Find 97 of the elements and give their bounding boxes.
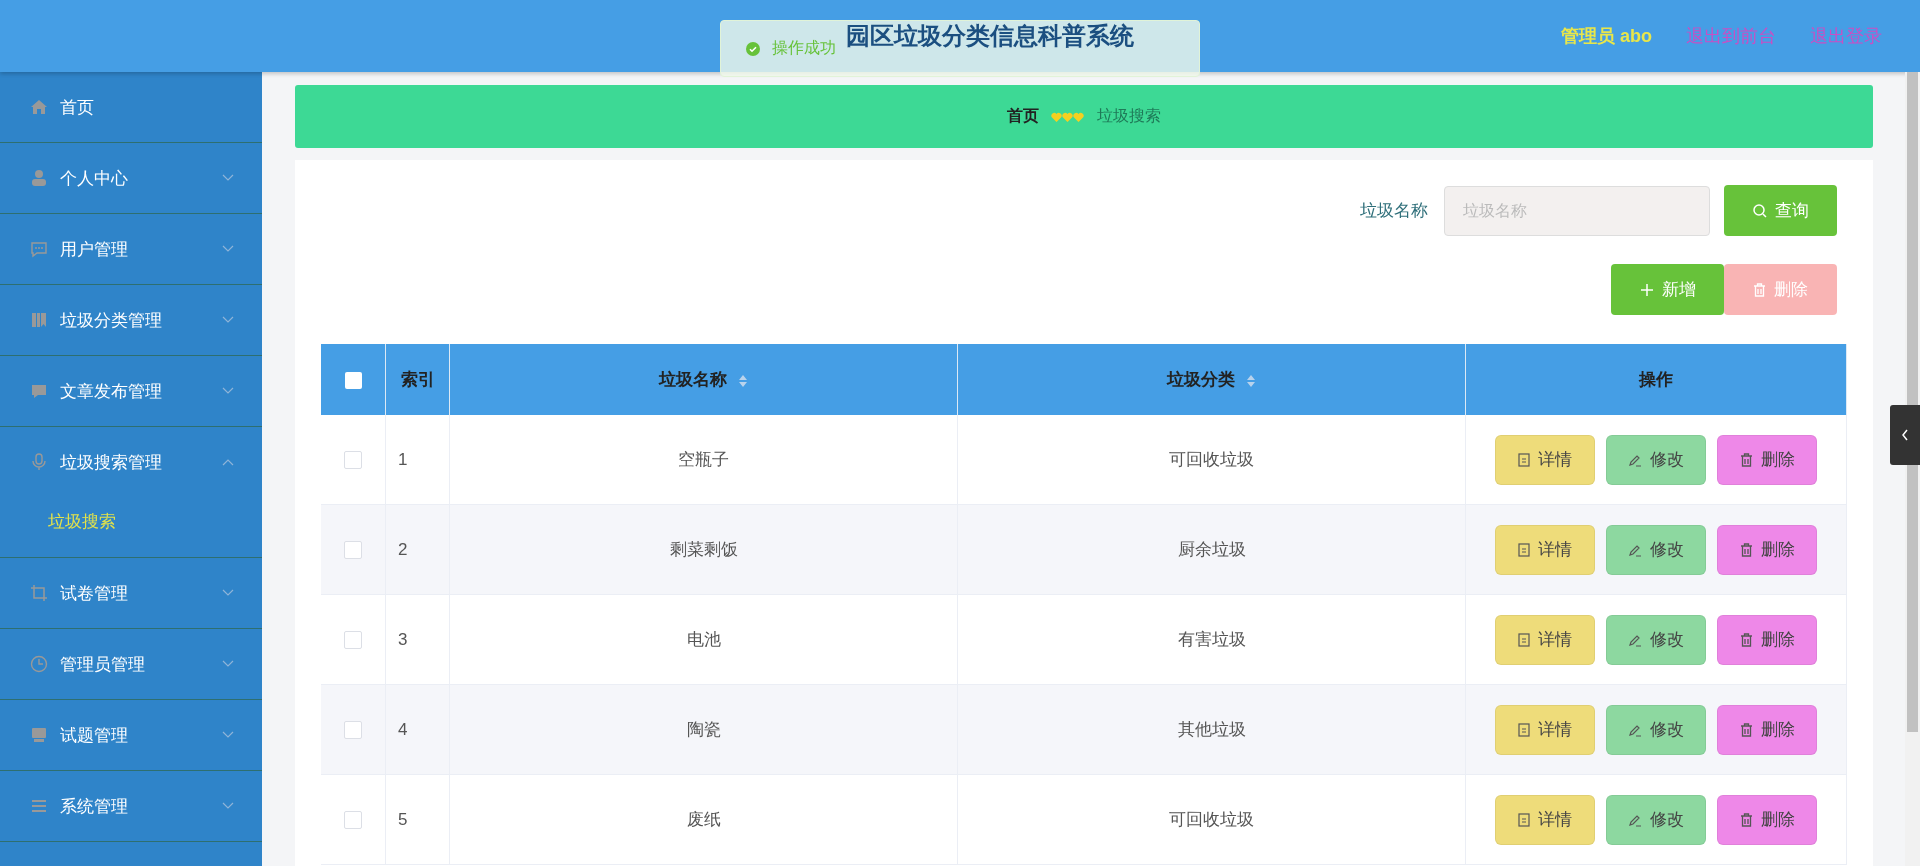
chevron-icon — [222, 589, 234, 597]
chevron-icon — [222, 387, 234, 395]
sidebar-item[interactable]: 个人中心 — [0, 143, 262, 213]
admin-name: 管理员 abo — [1561, 25, 1652, 48]
detail-button[interactable]: 详情 — [1495, 614, 1595, 665]
chevron-icon — [222, 316, 234, 324]
column-header[interactable]: 垃圾名称 — [449, 344, 958, 415]
chevron-icon — [222, 802, 234, 810]
hearts-icon — [1051, 111, 1085, 122]
delete-button[interactable]: 删除 — [1717, 614, 1817, 665]
document-icon — [1518, 722, 1530, 737]
sort-icon — [1245, 373, 1256, 388]
sidebar-item[interactable]: 文章发布管理 — [0, 356, 262, 426]
sidebar-item[interactable]: 首页 — [0, 72, 262, 142]
delete-button[interactable]: 删除 — [1717, 524, 1817, 575]
table-cell: 陶瓷 — [449, 684, 958, 775]
sidebar-item[interactable]: 试题管理 — [0, 700, 262, 770]
row-checkbox[interactable] — [344, 451, 362, 469]
sidebar-item[interactable]: 系统管理 — [0, 771, 262, 841]
chevron-icon — [222, 660, 234, 668]
trash-icon — [1753, 282, 1766, 297]
document-icon — [1518, 632, 1530, 647]
table-cell: 可回收垃圾 — [957, 415, 1466, 505]
table-cell: 其他垃圾 — [957, 684, 1466, 775]
document-icon — [1518, 812, 1530, 827]
table-cell: 剩菜剩饭 — [449, 504, 958, 595]
chevron-icon — [222, 174, 234, 182]
home-icon — [30, 98, 48, 116]
sidebar-item[interactable]: 垃圾分类管理 — [0, 285, 262, 355]
select-all-checkbox[interactable] — [344, 371, 362, 389]
row-checkbox[interactable] — [344, 811, 362, 829]
document-icon — [1518, 452, 1530, 467]
sidebar-item[interactable]: 管理员管理 — [0, 629, 262, 699]
sidebar-item[interactable]: 用户管理 — [0, 214, 262, 284]
comment-icon — [30, 382, 48, 400]
sidebar-item[interactable]: 试卷管理 — [0, 558, 262, 628]
search-label: 垃圾名称 — [1360, 200, 1428, 222]
table-cell: 电池 — [449, 594, 958, 685]
delete-button[interactable]: 删除 — [1717, 704, 1817, 755]
row-checkbox[interactable] — [344, 541, 362, 559]
detail-button[interactable]: 详情 — [1495, 794, 1595, 845]
table-cell: 4 — [385, 684, 450, 775]
app-title: 园区垃圾分类信息科普系统 — [846, 21, 1134, 51]
search-icon — [1752, 203, 1767, 218]
sidebar-item[interactable]: 垃圾搜索管理 — [0, 427, 262, 497]
clock-icon — [30, 655, 48, 673]
edit-button[interactable]: 修改 — [1606, 614, 1706, 665]
edit-button[interactable]: 修改 — [1606, 704, 1706, 755]
trash-icon — [1739, 722, 1753, 737]
chevron-icon — [222, 731, 234, 739]
document-icon — [1518, 542, 1530, 557]
table-cell: 5 — [385, 774, 450, 865]
crop-icon — [30, 584, 48, 602]
table-cell: 1 — [385, 415, 450, 505]
chevron-left-icon — [1901, 429, 1909, 441]
chat-icon — [30, 240, 48, 258]
breadcrumb-item: 垃圾搜索 — [1097, 106, 1161, 126]
check-circle-icon — [746, 41, 760, 56]
trash-icon — [1739, 542, 1753, 557]
column-header[interactable]: 垃圾分类 — [957, 344, 1466, 415]
list-icon — [30, 797, 48, 815]
trash-icon — [1739, 452, 1753, 467]
breadcrumb-item[interactable]: 首页 — [1007, 106, 1039, 127]
toast-text: 操作成功 — [772, 38, 836, 58]
plus-icon — [1639, 282, 1654, 297]
table-cell: 厨余垃圾 — [957, 504, 1466, 595]
table-cell: 空瓶子 — [449, 415, 958, 505]
scrollbar[interactable] — [1907, 72, 1918, 732]
chevron-icon — [222, 458, 234, 466]
row-checkbox[interactable] — [344, 631, 362, 649]
trash-icon — [1739, 812, 1753, 827]
trash-icon — [1739, 632, 1753, 647]
table-cell: 2 — [385, 504, 450, 595]
edit-button[interactable]: 修改 — [1606, 794, 1706, 845]
row-checkbox[interactable] — [344, 721, 362, 739]
detail-button[interactable]: 详情 — [1495, 704, 1595, 755]
user-icon — [30, 169, 48, 187]
edit-button[interactable]: 修改 — [1606, 434, 1706, 485]
book-icon — [30, 311, 48, 329]
column-header: 索引 — [385, 344, 450, 415]
table-cell: 3 — [385, 594, 450, 685]
table-cell: 有害垃圾 — [957, 594, 1466, 685]
edit-button[interactable]: 修改 — [1606, 524, 1706, 575]
collapse-tab[interactable] — [1890, 405, 1920, 465]
delete-button[interactable]: 删除 — [1717, 434, 1817, 485]
sidebar-subitem[interactable]: 垃圾搜索 — [0, 497, 262, 557]
search-field[interactable]: 垃圾名称 — [1444, 185, 1710, 236]
sort-icon — [737, 373, 748, 388]
monitor-icon — [30, 726, 48, 744]
table-cell: 可回收垃圾 — [957, 774, 1466, 865]
detail-button[interactable]: 详情 — [1495, 434, 1595, 485]
chevron-icon — [222, 245, 234, 253]
table-cell: 废纸 — [449, 774, 958, 865]
delete-button[interactable]: 删除 — [1717, 794, 1817, 845]
detail-button[interactable]: 详情 — [1495, 524, 1595, 575]
microphone-icon — [30, 453, 48, 471]
column-header: 操作 — [1465, 344, 1847, 415]
